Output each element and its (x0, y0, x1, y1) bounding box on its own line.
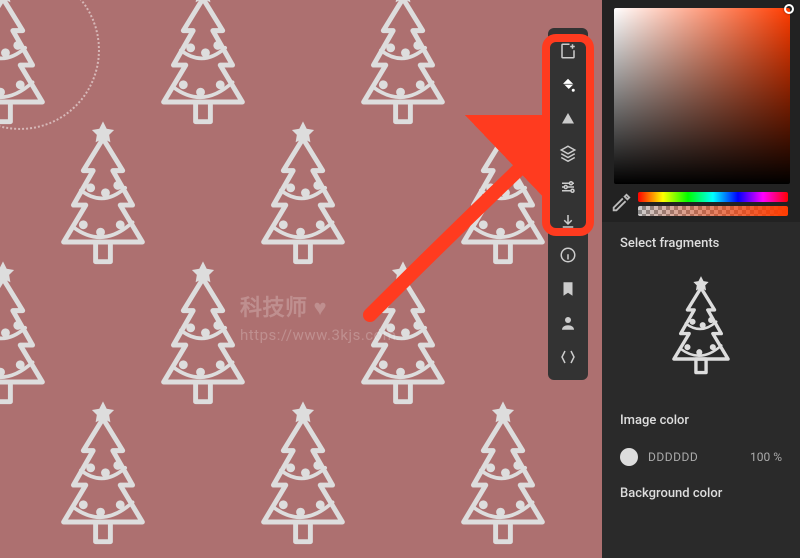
sv-knob[interactable] (784, 4, 794, 14)
settings-button[interactable] (552, 171, 584, 203)
image-color-row[interactable]: DDDDDD 100 % (602, 442, 800, 472)
tools-toolbar (548, 28, 588, 380)
saturation-value-field[interactable] (614, 8, 790, 184)
bookmark-button[interactable] (552, 273, 584, 305)
fragment-preview[interactable] (620, 261, 782, 391)
properties-panel: Select fragments Image color DDDDDD 100 … (602, 0, 800, 558)
shapes-button[interactable] (552, 103, 584, 135)
image-color-hex[interactable]: DDDDDD (648, 450, 724, 464)
eyedropper-button[interactable] (610, 192, 632, 214)
download-button[interactable] (552, 205, 584, 237)
background-color-title: Background color (620, 486, 782, 501)
image-color-swatch[interactable] (620, 448, 638, 466)
fill-color-button[interactable] (552, 69, 584, 101)
image-color-opacity[interactable]: 100 % (734, 450, 782, 464)
image-color-title: Image color (620, 413, 782, 428)
new-pattern-button[interactable] (552, 35, 584, 67)
image-color-section: Image color (602, 395, 800, 442)
fragments-title: Select fragments (620, 236, 782, 251)
info-button[interactable] (552, 239, 584, 271)
account-button[interactable] (552, 307, 584, 339)
expand-button[interactable] (552, 341, 584, 373)
hue-slider[interactable] (638, 192, 788, 202)
background-color-section: Background color (602, 472, 800, 515)
fragments-section: Select fragments (602, 222, 800, 395)
layers-button[interactable] (552, 137, 584, 169)
alpha-slider[interactable] (638, 206, 788, 216)
color-picker (602, 0, 800, 222)
